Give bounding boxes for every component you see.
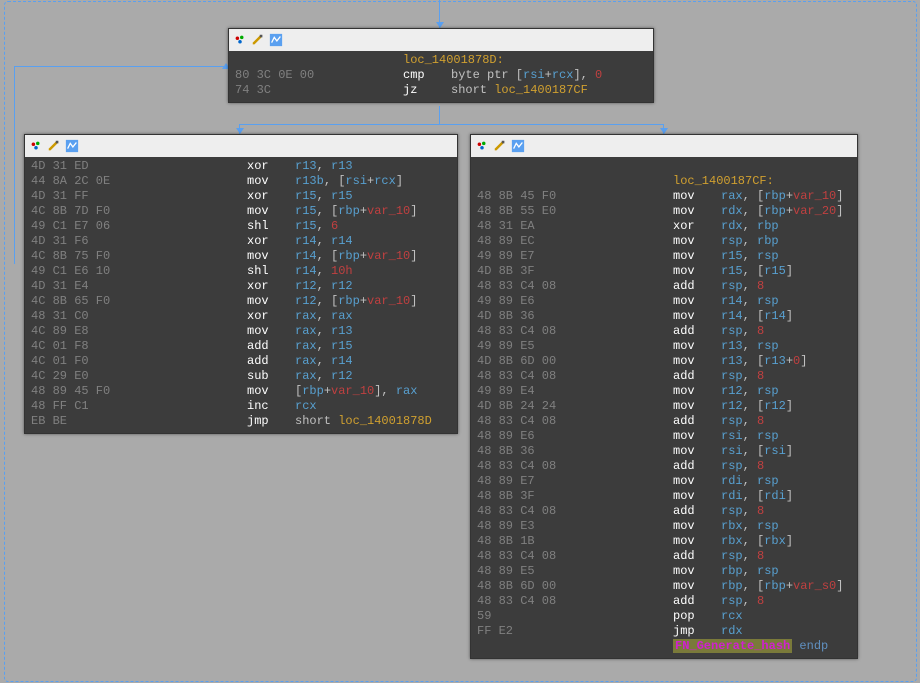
asm-row: 44 8A 2C 0Emovr13b, [rsi+rcx] — [31, 174, 451, 189]
asm-row: 48 31 EAxorrdx, rbp — [477, 219, 851, 234]
asm-row: 4C 8B 65 F0movr12, [rbp+var_10] — [31, 294, 451, 309]
asm-row: 49 C1 E6 10shlr14, 10h — [31, 264, 451, 279]
asm-row: 4C 01 F8addrax, r15 — [31, 339, 451, 354]
block-label: loc_14001878D: — [403, 53, 504, 67]
color-palette-icon[interactable] — [475, 139, 489, 153]
asm-row: 4C 8B 75 F0movr14, [rbp+var_10] — [31, 249, 451, 264]
basic-block-entry[interactable]: loc_14001878D:80 3C 0E 00cmpbyte ptr [rs… — [228, 28, 654, 103]
asm-row: 74 3Cjzshort loc_1400187CF — [235, 83, 647, 98]
asm-row: 48 83 C4 08addrsp, 8 — [477, 459, 851, 474]
asm-row: 48 8B 36movrsi, [rsi] — [477, 444, 851, 459]
asm-row: 49 89 E4movr12, rsp — [477, 384, 851, 399]
edit-icon[interactable] — [493, 139, 507, 153]
asm-row: 4C 01 F0addrax, r14 — [31, 354, 451, 369]
asm-row: 48 83 C4 08addrsp, 8 — [477, 414, 851, 429]
asm-row: 4C 29 E0subrax, r12 — [31, 369, 451, 384]
asm-row: 48 89 ECmovrsp, rbp — [477, 234, 851, 249]
asm-row: 48 8B 45 F0movrax, [rbp+var_10] — [477, 189, 851, 204]
disassembly-content: loc_14001878D:80 3C 0E 00cmpbyte ptr [rs… — [229, 51, 653, 102]
graph-edge — [239, 124, 664, 125]
branch-icon[interactable] — [511, 139, 525, 153]
asm-row: 48 8B 6D 00movrbp, [rbp+var_s0] — [477, 579, 851, 594]
asm-row: 4C 8B 7D F0movr15, [rbp+var_10] — [31, 204, 451, 219]
asm-row: 48 FF C1incrcx — [31, 399, 451, 414]
asm-row: 4D 8B 36movr14, [r14] — [477, 309, 851, 324]
block-label: loc_1400187CF: — [673, 174, 774, 188]
branch-icon[interactable] — [65, 139, 79, 153]
asm-row: 48 8B 55 E0movrdx, [rbp+var_20] — [477, 204, 851, 219]
asm-row: 4D 31 EDxorr13, r13 — [31, 159, 451, 174]
asm-row: 49 89 E5movr13, rsp — [477, 339, 851, 354]
asm-row: 48 83 C4 08addrsp, 8 — [477, 549, 851, 564]
basic-block-loop[interactable]: 4D 31 EDxorr13, r1344 8A 2C 0Emovr13b, [… — [24, 134, 458, 434]
asm-row: 49 89 E6movr14, rsp — [477, 294, 851, 309]
color-palette-icon[interactable] — [233, 33, 247, 47]
endp-keyword: endp — [799, 639, 828, 653]
asm-row: 48 8B 1Bmovrbx, [rbx] — [477, 534, 851, 549]
asm-row: 48 83 C4 08addrsp, 8 — [477, 594, 851, 609]
node-titlebar — [25, 135, 457, 157]
branch-icon[interactable] — [269, 33, 283, 47]
asm-row: FF E2jmprdx — [477, 624, 851, 639]
disassembly-content: loc_1400187CF:48 8B 45 F0movrax, [rbp+va… — [471, 157, 857, 658]
asm-row: 4D 8B 6D 00movr13, [r13+0] — [477, 354, 851, 369]
asm-row: 48 89 E7movrdi, rsp — [477, 474, 851, 489]
function-name: FN_Generate_hash — [673, 639, 792, 653]
node-titlebar — [471, 135, 857, 157]
asm-row: 49 89 E7movr15, rsp — [477, 249, 851, 264]
asm-row: 80 3C 0E 00cmpbyte ptr [rsi+rcx], 0 — [235, 68, 647, 83]
asm-row: 4D 31 F6xorr14, r14 — [31, 234, 451, 249]
asm-row: 4D 31 FFxorr15, r15 — [31, 189, 451, 204]
disassembly-content: 4D 31 EDxorr13, r1344 8A 2C 0Emovr13b, [… — [25, 157, 457, 433]
color-palette-icon[interactable] — [29, 139, 43, 153]
asm-row: 48 83 C4 08addrsp, 8 — [477, 369, 851, 384]
edit-icon[interactable] — [251, 33, 265, 47]
graph-edge — [439, 106, 440, 124]
basic-block-exit[interactable]: loc_1400187CF:48 8B 45 F0movrax, [rbp+va… — [470, 134, 858, 659]
graph-canvas[interactable]: loc_14001878D:80 3C 0E 00cmpbyte ptr [rs… — [0, 0, 920, 683]
asm-row: 4D 8B 24 24movr12, [r12] — [477, 399, 851, 414]
asm-row: 48 89 E6movrsi, rsp — [477, 429, 851, 444]
asm-row: 48 83 C4 08addrsp, 8 — [477, 504, 851, 519]
asm-row: 48 89 E5movrbp, rsp — [477, 564, 851, 579]
edit-icon[interactable] — [47, 139, 61, 153]
asm-row: 48 89 45 F0mov[rbp+var_10], rax — [31, 384, 451, 399]
asm-row: 49 C1 E7 06shlr15, 6 — [31, 219, 451, 234]
asm-row: EB BEjmpshort loc_14001878D — [31, 414, 451, 429]
asm-row: 48 8B 3Fmovrdi, [rdi] — [477, 489, 851, 504]
node-titlebar — [229, 29, 653, 51]
graph-edge — [14, 66, 228, 67]
asm-row: 48 31 C0xorrax, rax — [31, 309, 451, 324]
graph-edge — [14, 66, 15, 264]
asm-row: 48 89 E3movrbx, rsp — [477, 519, 851, 534]
asm-row: 48 83 C4 08addrsp, 8 — [477, 279, 851, 294]
asm-row: 4D 8B 3Fmovr15, [r15] — [477, 264, 851, 279]
asm-row: 4D 31 E4xorr12, r12 — [31, 279, 451, 294]
asm-row: 59poprcx — [477, 609, 851, 624]
asm-row: 48 83 C4 08addrsp, 8 — [477, 324, 851, 339]
asm-row: 4C 89 E8movrax, r13 — [31, 324, 451, 339]
